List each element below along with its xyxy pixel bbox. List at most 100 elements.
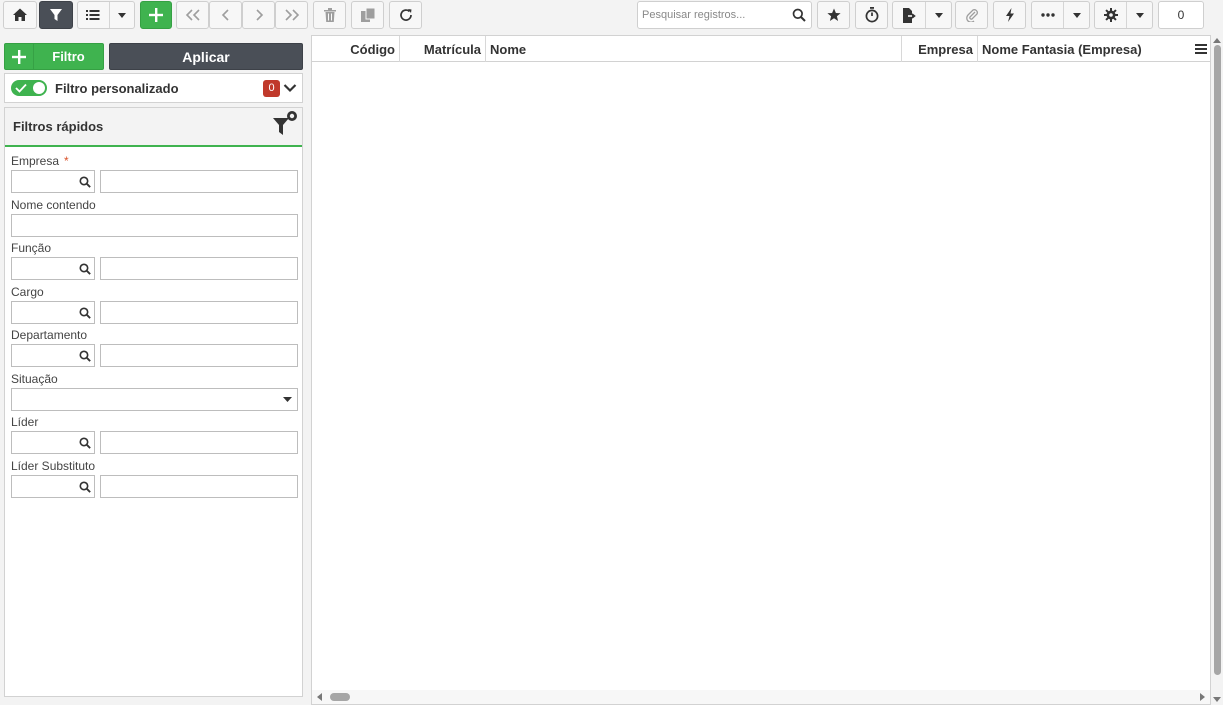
empresa-label: Empresa *: [11, 154, 69, 168]
horizontal-scroll-thumb[interactable]: [330, 693, 350, 701]
vertical-scrollbar[interactable]: [1212, 35, 1223, 705]
search-icon[interactable]: [792, 8, 806, 22]
scroll-left-icon[interactable]: [316, 693, 324, 701]
search-box: [637, 1, 812, 29]
lider-name-field[interactable]: [100, 431, 298, 454]
departamento-code-field[interactable]: [11, 344, 95, 367]
quick-filters-title: Filtros rápidos: [13, 119, 104, 134]
funcao-label: Função: [11, 241, 52, 255]
caret-down-icon: [283, 397, 292, 402]
cargo-name-field[interactable]: [100, 301, 298, 324]
first-record-button[interactable]: [176, 1, 209, 29]
caret-down-icon: [934, 12, 943, 18]
custom-filter-toggle[interactable]: [11, 80, 47, 96]
situacao-label: Situação: [11, 372, 58, 386]
horizontal-scrollbar[interactable]: [312, 690, 1210, 704]
refresh-icon: [399, 9, 412, 21]
nome-label: Nome contendo: [11, 198, 96, 212]
cargo-code-field[interactable]: [11, 301, 95, 324]
export-button[interactable]: [892, 1, 952, 29]
funcao-code-field[interactable]: [11, 257, 95, 280]
filter-toggle-button[interactable]: [39, 1, 73, 29]
more-options-dropdown[interactable]: [1063, 2, 1089, 28]
view-mode-dropdown[interactable]: [108, 2, 134, 28]
quick-filters-header: Filtros rápidos: [5, 108, 302, 147]
check-icon: [15, 83, 27, 93]
lider-label: Líder: [11, 415, 39, 429]
lider-substituto-code-field[interactable]: [11, 475, 95, 498]
previous-record-button[interactable]: [209, 1, 242, 29]
export-file-icon: [903, 7, 916, 23]
empresa-code-field[interactable]: [11, 170, 95, 193]
lightning-icon: [1005, 8, 1014, 22]
grid-header: Código Matrícula Nome Empresa Nome Fanta…: [312, 36, 1210, 62]
quick-filters-panel: Filtros rápidos Empresa * Nome contendo F…: [4, 107, 303, 697]
nome-field[interactable]: [11, 214, 298, 237]
empresa-label-text: Empresa: [11, 154, 60, 168]
chevron-down-icon[interactable]: [283, 83, 297, 93]
lider-code-field[interactable]: [11, 431, 95, 454]
search-input[interactable]: [638, 3, 788, 27]
home-icon: [13, 8, 27, 21]
favorite-button[interactable]: [817, 1, 850, 29]
lider-substituto-name-field[interactable]: [100, 475, 298, 498]
empresa-name-field[interactable]: [100, 170, 298, 193]
column-header-nome[interactable]: Nome: [486, 36, 902, 62]
situacao-select[interactable]: [11, 388, 298, 411]
scroll-up-icon[interactable]: [1213, 37, 1221, 43]
plus-icon: [149, 8, 163, 22]
funcao-name-field[interactable]: [100, 257, 298, 280]
view-mode-button[interactable]: [77, 1, 135, 29]
column-header-empresa[interactable]: Empresa: [902, 36, 978, 62]
timer-button[interactable]: [855, 1, 888, 29]
caret-down-icon: [117, 12, 126, 18]
vertical-scroll-thumb[interactable]: [1214, 45, 1221, 675]
departamento-name-field[interactable]: [100, 344, 298, 367]
scroll-right-icon[interactable]: [1198, 693, 1206, 701]
home-button[interactable]: [3, 1, 37, 29]
refresh-button[interactable]: [389, 1, 422, 29]
search-icon[interactable]: [79, 175, 91, 188]
chevron-right-icon: [255, 9, 263, 21]
duplicate-button[interactable]: [351, 1, 384, 29]
attachment-button[interactable]: [955, 1, 988, 29]
column-header-codigo[interactable]: Código: [312, 36, 400, 62]
search-icon[interactable]: [79, 262, 91, 275]
column-header-nome-fantasia[interactable]: Nome Fantasia (Empresa): [978, 36, 1192, 62]
star-icon: [826, 8, 841, 21]
cargo-label: Cargo: [11, 285, 44, 299]
settings-dropdown[interactable]: [1126, 2, 1152, 28]
add-filter-label: Filtro: [52, 49, 85, 64]
records-grid: Código Matrícula Nome Empresa Nome Fanta…: [311, 35, 1211, 705]
filter-settings-icon[interactable]: [272, 111, 298, 137]
export-dropdown[interactable]: [925, 2, 951, 28]
stopwatch-icon: [865, 7, 878, 23]
chevron-left-icon: [221, 9, 229, 21]
column-header-matricula[interactable]: Matrícula: [400, 36, 486, 62]
add-filter-button[interactable]: Filtro: [4, 43, 104, 70]
more-options-button[interactable]: [1031, 1, 1090, 29]
ellipsis-icon: [1041, 13, 1055, 17]
caret-down-icon: [1135, 12, 1144, 18]
delete-button[interactable]: [313, 1, 346, 29]
gear-icon: [1103, 8, 1118, 22]
toolbar: 0: [0, 0, 1223, 32]
search-icon[interactable]: [79, 349, 91, 362]
search-icon[interactable]: [79, 306, 91, 319]
settings-button[interactable]: [1094, 1, 1153, 29]
add-record-button[interactable]: [140, 1, 172, 29]
column-menu-icon[interactable]: [1192, 39, 1210, 59]
required-mark: *: [64, 154, 69, 168]
copy-icon: [360, 8, 375, 22]
next-record-button[interactable]: [242, 1, 275, 29]
apply-button[interactable]: Aplicar: [109, 43, 303, 70]
paperclip-icon: [965, 9, 978, 22]
search-icon[interactable]: [79, 480, 91, 493]
custom-filter-bar: Filtro personalizado 0: [4, 73, 303, 103]
actions-button[interactable]: [993, 1, 1026, 29]
last-record-button[interactable]: [275, 1, 308, 29]
scroll-down-icon[interactable]: [1213, 697, 1221, 703]
search-icon[interactable]: [79, 436, 91, 449]
double-chevron-right-icon: [284, 9, 299, 21]
record-count: 0: [1158, 1, 1204, 29]
